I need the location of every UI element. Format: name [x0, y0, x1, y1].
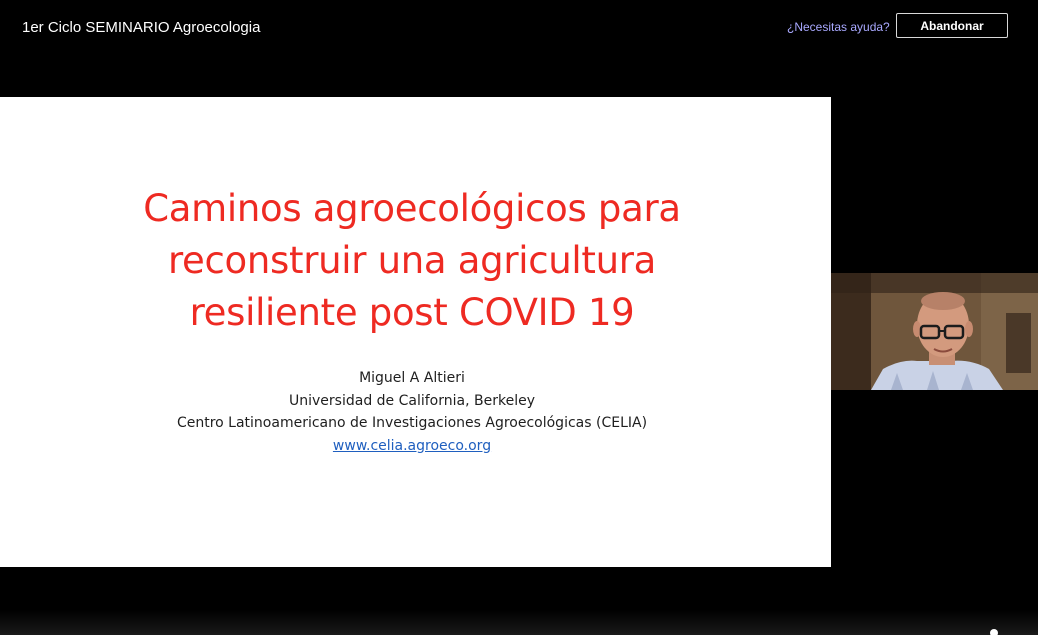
- status-dot-icon: [990, 629, 998, 635]
- slide-author: Miguel A Altieri: [359, 370, 465, 386]
- slide-university: Universidad de California, Berkeley: [289, 392, 535, 409]
- meeting-title: 1er Ciclo SEMINARIO Agroecologia: [22, 19, 261, 36]
- bottom-toolbar: [0, 610, 1038, 635]
- slide-author-info: Miguel A Altieri Universidad de Californ…: [0, 367, 824, 457]
- shared-slide: Caminos agroecológicos para reconstruir …: [0, 97, 831, 567]
- slide-title-line: Caminos agroecológicos para: [143, 187, 681, 230]
- participant-video[interactable]: [831, 273, 1038, 390]
- leave-button[interactable]: Abandonar: [896, 13, 1008, 38]
- slide-center: Centro Latinoamericano de Investigacione…: [176, 415, 648, 431]
- meeting-window: 1er Ciclo SEMINARIO Agroecologia ¿Necesi…: [0, 0, 1038, 635]
- slide-title-line: resiliente post COVID 19: [189, 291, 635, 334]
- slide-website-link[interactable]: www.celia.agroeco.org: [333, 438, 491, 454]
- slide-title: Caminos agroecológicos para reconstruir …: [0, 183, 824, 339]
- speaker-video-feed-icon: [831, 273, 1038, 390]
- slide-title-line: reconstruir una agricultura: [167, 239, 657, 282]
- help-link[interactable]: ¿Necesitas ayuda?: [787, 20, 890, 34]
